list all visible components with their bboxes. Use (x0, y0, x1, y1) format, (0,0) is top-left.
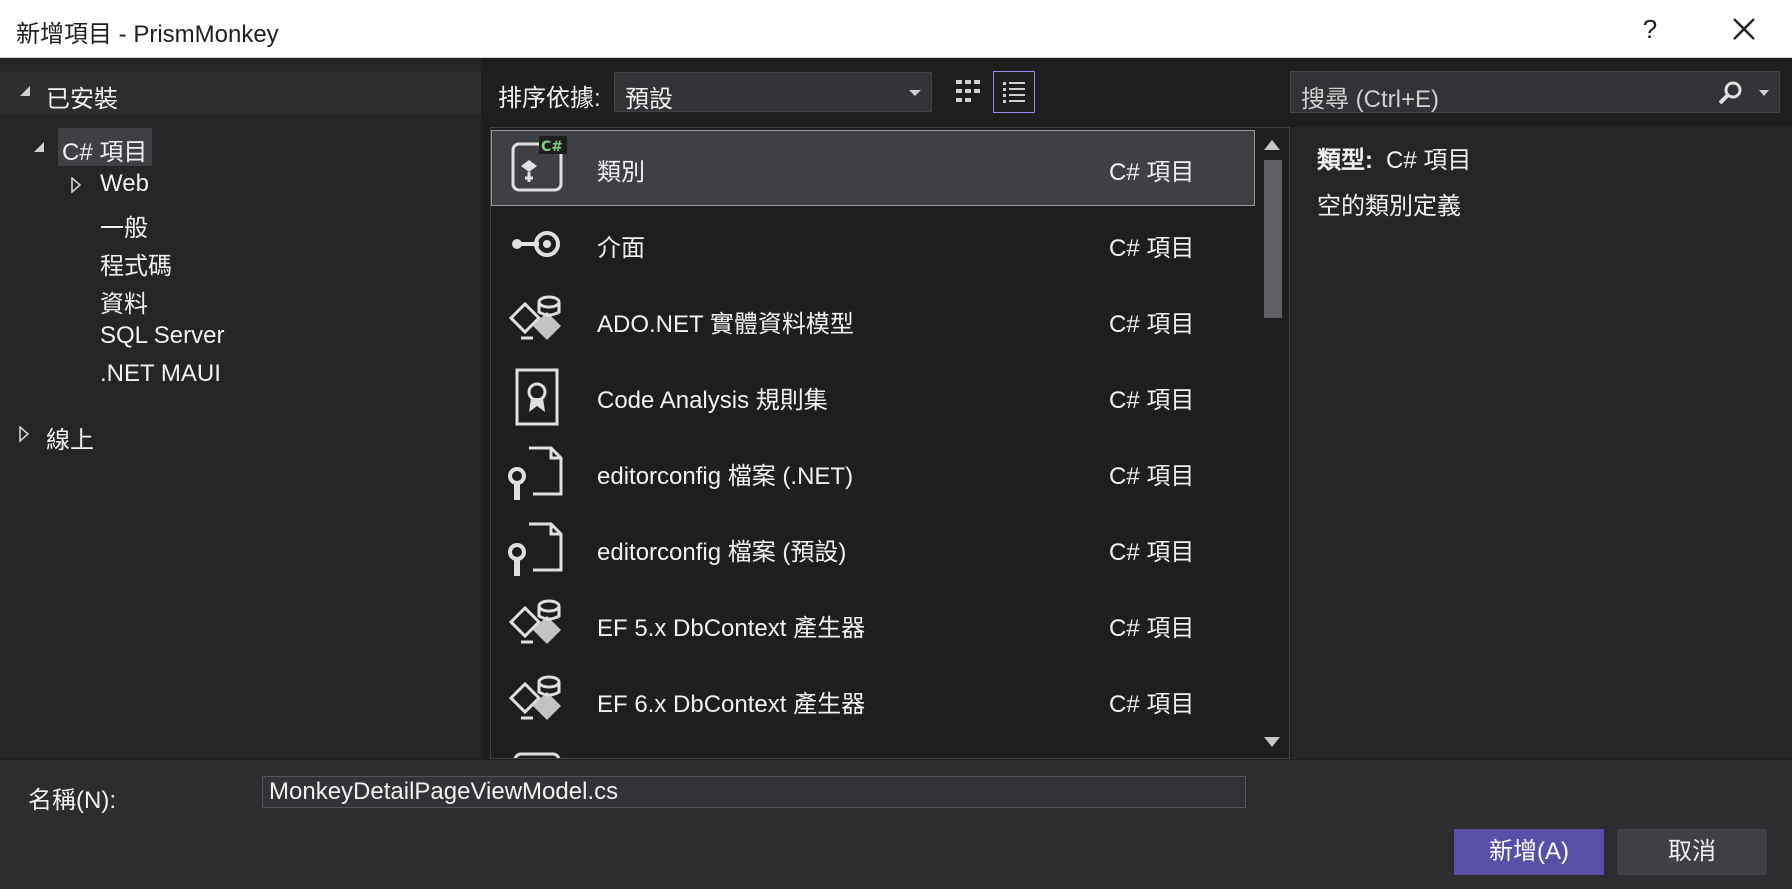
tree-item-data[interactable]: 資料 (100, 284, 148, 319)
search-icon[interactable] (1717, 79, 1745, 112)
tree-item-sql-server[interactable]: SQL Server (100, 322, 225, 350)
detail-type-label: 類型: (1317, 147, 1373, 174)
list-item[interactable]: Code Analysis 規則集 C# 項目 (491, 358, 1255, 434)
template-type: C# 項目 (1109, 539, 1195, 566)
help-button[interactable]: ? (1630, 11, 1670, 47)
template-type: C# 項目 (1109, 691, 1195, 718)
grid-view-button[interactable] (948, 72, 988, 112)
template-type: C# 項目 (1109, 615, 1195, 642)
sort-label: 排序依據: (498, 85, 601, 112)
list-view-button[interactable] (993, 71, 1035, 113)
sort-value: 預設 (625, 86, 673, 113)
list-item[interactable]: EF 6.x DbContext 產生器 C# 項目 (491, 662, 1255, 738)
interface-icon (512, 231, 560, 257)
expand-arrow-icon[interactable] (70, 176, 82, 198)
template-type: C# 項目 (1109, 311, 1195, 338)
list-item-partial[interactable] (491, 738, 1255, 758)
list-item[interactable]: 介面 C# 項目 (491, 206, 1255, 282)
list-item[interactable]: editorconfig 檔案 (.NET) C# 項目 (491, 434, 1255, 510)
sort-dropdown[interactable]: 預設 (614, 72, 932, 113)
template-type: C# 項目 (1109, 235, 1195, 262)
template-name: 類別 (597, 159, 645, 186)
editorconfig-icon (508, 446, 563, 500)
template-name: editorconfig 檔案 (預設) (597, 539, 847, 566)
tree-node-label: C# 項目 (62, 139, 148, 166)
detail-description: 空的類別定義 (1317, 193, 1461, 220)
template-type: C# 項目 (1109, 159, 1195, 186)
list-item[interactable]: editorconfig 檔案 (預設) C# 項目 (491, 510, 1255, 586)
entity-model-icon (508, 295, 561, 340)
search-placeholder: 搜尋 (Ctrl+E) (1301, 86, 1439, 113)
title-bar: 新增項目 - PrismMonkey ? (0, 0, 1792, 58)
template-name: EF 6.x DbContext 產生器 (597, 691, 866, 718)
detail-type-value: C# 項目 (1386, 147, 1472, 174)
tree-item-web[interactable]: Web (100, 170, 149, 198)
list-item[interactable]: EF 5.x DbContext 產生器 C# 項目 (491, 586, 1255, 662)
scrollbar-thumb[interactable] (1264, 160, 1282, 318)
tree-item-net-maui[interactable]: .NET MAUI (100, 360, 221, 388)
details-panel (1292, 127, 1792, 759)
list-item[interactable]: C# 類別 C# 項目 (491, 130, 1255, 206)
window-title: 新增項目 - PrismMonkey (16, 21, 279, 48)
template-name: Code Analysis 規則集 (597, 387, 828, 414)
template-name: ADO.NET 實體資料模型 (597, 311, 854, 338)
installed-label: 已安裝 (46, 86, 118, 113)
name-label: 名稱(N): (28, 787, 116, 814)
name-field[interactable] (262, 776, 1246, 808)
chevron-down-icon[interactable] (1759, 90, 1769, 96)
list-item[interactable]: ADO.NET 實體資料模型 C# 項目 (491, 282, 1255, 358)
search-input[interactable]: 搜尋 (Ctrl+E) (1290, 71, 1780, 113)
template-type: C# 項目 (1109, 463, 1195, 490)
chevron-down-icon (909, 90, 921, 96)
tree-item-general[interactable]: 一般 (100, 208, 148, 243)
template-name: 介面 (597, 235, 645, 262)
list-view-icon (1003, 82, 1025, 103)
tree-item-code[interactable]: 程式碼 (100, 246, 172, 281)
class-icon: C# (511, 136, 567, 192)
template-name: EF 5.x DbContext 產生器 (597, 615, 866, 642)
template-list: C# 類別 C# 項目 介面 C# 項目 ADO.NET 實體資料模型 C# 項… (490, 127, 1290, 759)
template-name: editorconfig 檔案 (.NET) (597, 463, 854, 490)
close-icon (1733, 18, 1755, 40)
editorconfig-icon (508, 522, 563, 576)
tree-item-online[interactable]: 線上 (46, 420, 94, 455)
expand-arrow-icon[interactable] (18, 425, 30, 447)
ruleset-icon (515, 368, 559, 426)
cancel-button[interactable]: 取消 (1617, 829, 1767, 875)
scroll-up-icon[interactable] (1264, 140, 1280, 150)
dbcontext-generator-icon (508, 675, 561, 720)
template-type: C# 項目 (1109, 387, 1195, 414)
close-button[interactable] (1724, 11, 1764, 47)
dbcontext-generator-icon (508, 599, 561, 644)
file-icon (513, 752, 561, 758)
add-button[interactable]: 新增(A) (1454, 829, 1604, 875)
collapse-arrow-icon (18, 84, 32, 103)
collapse-arrow-icon (32, 140, 46, 159)
scroll-down-icon[interactable] (1264, 737, 1280, 747)
grid-view-icon (956, 80, 980, 102)
svg-text:C#: C# (541, 139, 563, 155)
installed-header[interactable]: 已安裝 (0, 72, 481, 114)
